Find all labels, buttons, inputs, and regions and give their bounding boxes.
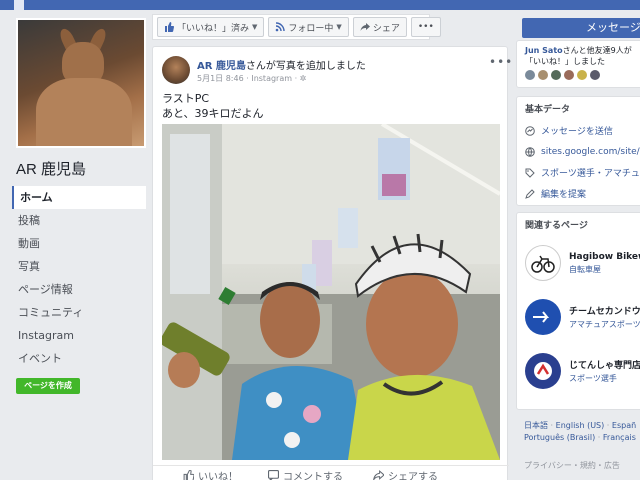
page-name[interactable]: AR 鹿児島	[16, 158, 86, 179]
friend-avatar[interactable]	[564, 70, 574, 80]
send-message-label: メッセージを送信	[541, 127, 613, 137]
basic-info-card: 基本データ メッセージを送信 sites.google.com/site/ar …	[516, 96, 640, 206]
friends-like-text: Jun Satoさんと他友達9人が「いいね！」しました	[525, 45, 637, 67]
comment-icon	[268, 470, 279, 480]
post-card: AR 鹿児島さんが写真を追加しました 5月1日 8:46 · Instagram…	[152, 46, 512, 480]
post-text-line: ラストPC	[162, 92, 210, 105]
language-link[interactable]: 日本語	[524, 421, 548, 430]
post-source[interactable]: Instagram	[251, 74, 292, 83]
suggest-edit-label: 編集を提案	[541, 190, 587, 200]
friend-avatar[interactable]	[577, 70, 587, 80]
post-options-button[interactable]: •••	[489, 55, 513, 69]
website-link[interactable]: sites.google.com/site/ar	[517, 141, 640, 162]
related-page-name: Hagibow Bikew	[569, 251, 640, 262]
post-author-avatar[interactable]	[162, 56, 190, 84]
share-arrow-icon	[360, 23, 370, 31]
nav-item-about[interactable]: ページ情報	[12, 278, 146, 301]
post-timestamp[interactable]: 5月1日 8:46	[197, 74, 244, 83]
related-page-item[interactable]: じてんしゃ専門店 スポーツ選手	[517, 344, 640, 398]
page-action-bar: 「いいね！」済み ▼ フォロー中 ▼ シェア •••	[152, 14, 441, 40]
nav-item-videos[interactable]: 動画	[12, 232, 146, 255]
friends-like-card: Jun Satoさんと他友達9人が「いいね！」しました	[516, 40, 640, 88]
page-nav: ホーム 投稿 動画 写真 ページ情報 コミュニティ Instagram イベント	[12, 186, 146, 370]
related-pages-card: 関連するページ Hagibow Bikew 自転車屋 チームセカンドウ アマチュ…	[516, 212, 640, 410]
post-header: AR 鹿児島さんが写真を追加しました	[197, 57, 366, 72]
tag-icon	[525, 168, 535, 178]
related-page-category: アマチュアスポーツ	[569, 320, 640, 329]
create-page-button[interactable]: ページを作成	[16, 378, 80, 394]
comment-button[interactable]: コメントする	[268, 468, 343, 480]
related-page-item[interactable]: Hagibow Bikew 自転車屋	[517, 236, 640, 290]
nav-item-events[interactable]: イベント	[12, 347, 146, 370]
post-photo[interactable]	[162, 124, 500, 460]
footer-links[interactable]: プライバシー・規約・広告	[524, 460, 620, 471]
liked-button[interactable]: 「いいね！」済み ▼	[157, 17, 265, 37]
thumbs-up-icon	[165, 22, 174, 32]
post-author-link[interactable]: AR 鹿児島	[197, 61, 246, 72]
comment-label: コメントする	[283, 472, 343, 480]
friend-avatars	[525, 70, 637, 80]
language-link[interactable]: English (US)	[556, 421, 605, 430]
bicycle-shop-logo-icon	[525, 353, 561, 389]
send-message-button[interactable]: メッセージを送	[522, 18, 640, 38]
friend-link[interactable]: Jun Sato	[525, 46, 563, 55]
nav-item-instagram[interactable]: Instagram	[12, 324, 146, 347]
category-link[interactable]: スポーツ選手・アマチュアスポ	[517, 162, 640, 183]
language-link[interactable]: Português (Brasil)	[524, 433, 595, 442]
basic-info-title: 基本データ	[525, 105, 571, 115]
language-link[interactable]: Españ	[612, 421, 636, 430]
thumbs-up-icon	[183, 470, 194, 480]
messenger-icon	[525, 125, 535, 136]
post-actions-bar: いいね！ コメントする シェアする	[153, 465, 509, 480]
friend-avatar[interactable]	[525, 70, 535, 80]
selfie-photo-illustration	[162, 124, 500, 460]
following-button[interactable]: フォロー中 ▼	[268, 17, 349, 37]
language-link[interactable]: Français	[603, 433, 636, 442]
share-label: シェア	[372, 23, 400, 34]
related-page-category: スポーツ選手	[569, 374, 617, 383]
pencil-icon	[525, 188, 535, 199]
team-second-wind-logo-icon	[525, 299, 561, 335]
liked-label: 「いいね！」済み	[177, 23, 250, 34]
share-arrow-icon	[373, 470, 384, 480]
globe-icon	[525, 146, 535, 157]
post-meta: 5月1日 8:46 · Instagram · ✲	[197, 74, 307, 83]
chevron-down-icon: ▼	[336, 23, 342, 31]
globe-icon: ✲	[299, 74, 307, 83]
nav-item-community[interactable]: コミュニティ	[12, 301, 146, 324]
more-options-button[interactable]: •••	[410, 17, 441, 37]
website-label: sites.google.com/site/ar	[541, 146, 640, 157]
hagibow-logo-icon	[525, 245, 561, 281]
category-label: スポーツ選手・アマチュアスポ	[541, 169, 640, 179]
post-text: ラストPC あと、39キロだよん	[162, 91, 264, 121]
post-action-text: さんが写真を追加しました	[245, 61, 366, 72]
share-post-button[interactable]: シェアする	[373, 468, 438, 480]
friend-avatar[interactable]	[551, 70, 561, 80]
profile-picture[interactable]	[16, 18, 146, 148]
related-page-item[interactable]: チームセカンドウ アマチュアスポーツ	[517, 290, 640, 344]
top-navigation-bar	[0, 0, 640, 10]
share-button[interactable]: シェア	[352, 17, 407, 37]
like-label: いいね！	[198, 472, 238, 480]
related-page-name: じてんしゃ専門店	[569, 361, 640, 371]
facebook-logo-icon[interactable]	[14, 0, 24, 10]
rss-icon	[276, 22, 286, 32]
send-message-link[interactable]: メッセージを送信	[517, 120, 640, 141]
friend-avatar[interactable]	[590, 70, 600, 80]
post-text-line: あと、39キロだよん	[162, 107, 264, 120]
nav-item-posts[interactable]: 投稿	[12, 209, 146, 232]
suggest-edit-link[interactable]: 編集を提案	[517, 183, 640, 204]
related-pages-title: 関連するページ	[525, 221, 588, 231]
nav-item-photos[interactable]: 写真	[12, 255, 146, 278]
friend-avatar[interactable]	[538, 70, 548, 80]
language-selector: 日本語 · English (US) · Españ Português (Br…	[524, 421, 637, 442]
nav-item-home[interactable]: ホーム	[12, 186, 146, 209]
share-post-label: シェアする	[388, 472, 438, 480]
related-page-category: 自転車屋	[569, 264, 601, 274]
following-label: フォロー中	[288, 23, 334, 34]
chevron-down-icon: ▼	[252, 23, 258, 31]
related-page-name: チームセカンドウ	[569, 307, 640, 317]
like-button[interactable]: いいね！	[183, 468, 238, 480]
